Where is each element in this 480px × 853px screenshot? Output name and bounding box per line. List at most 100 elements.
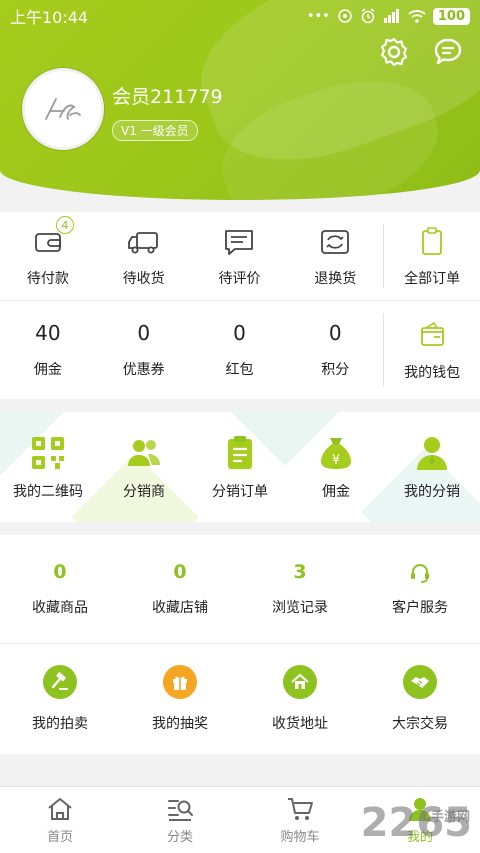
favorite-count: 3: [293, 561, 307, 583]
service-label: 大宗交易: [392, 716, 448, 732]
avatar-logo-icon: [45, 98, 81, 120]
distribution-section: 我的二维码 分销商 分销订单 ¥ 佣金 我的分销: [0, 412, 480, 522]
home-icon: [283, 665, 317, 699]
tab-home[interactable]: 首页: [0, 787, 120, 853]
alarm-icon: [361, 8, 375, 24]
dots-icon: •••: [306, 8, 330, 24]
status-time: 上午10:44: [10, 8, 89, 27]
favorite-shops[interactable]: 0 收藏店铺: [120, 535, 240, 643]
qrcode-icon: [28, 433, 68, 473]
handshake-icon: [403, 665, 437, 699]
category-search-icon: [168, 799, 193, 821]
watermark: 2265 手游网: [361, 800, 472, 846]
customer-service[interactable]: 客户服务: [360, 535, 480, 643]
distribution-label: 分销订单: [212, 484, 268, 500]
wallet-icon: 4: [30, 216, 74, 260]
gear-icon[interactable]: [378, 36, 410, 68]
my-auction[interactable]: 我的拍卖: [0, 644, 120, 754]
orders-section: 4 待付款 待收货 待评价 退换货 全部订单: [0, 212, 480, 300]
bulk-trade[interactable]: 大宗交易: [360, 644, 480, 754]
status-icons: ••• 100: [306, 7, 470, 25]
my-qrcode[interactable]: 我的二维码: [0, 412, 96, 522]
distribution-label: 分销商: [123, 484, 165, 500]
comment-icon: [221, 224, 257, 260]
favorite-products[interactable]: 0 收藏商品: [0, 535, 120, 643]
wallet-label: 佣金: [33, 362, 62, 378]
distribution-label: 佣金: [322, 484, 350, 500]
wallet-label: 我的钱包: [404, 365, 461, 381]
tab-cart[interactable]: 购物车: [240, 787, 360, 853]
wallet-label: 积分: [321, 362, 350, 378]
wallet-icon: [414, 318, 450, 354]
clipboard-icon: [220, 433, 260, 473]
wallet-value: 0: [233, 321, 246, 345]
avatar[interactable]: [22, 68, 104, 150]
wallet-value: 0: [328, 321, 342, 345]
exchange-icon: [317, 224, 353, 260]
favorite-label: 客户服务: [392, 600, 448, 616]
wallet-value: 40: [35, 321, 61, 345]
wallet-red-packet[interactable]: 0 红包: [192, 301, 288, 399]
svg-text:¥: ¥: [332, 453, 340, 468]
tab-category[interactable]: 分类: [120, 787, 240, 853]
wallet-value: 0: [137, 321, 151, 345]
commission[interactable]: ¥ 佣金: [288, 412, 384, 522]
order-pending-review[interactable]: 待评价: [192, 212, 288, 300]
favorite-count: 0: [53, 561, 67, 583]
my-lottery[interactable]: 我的抽奖: [120, 644, 240, 754]
favorite-label: 收藏商品: [32, 600, 88, 616]
order-returns[interactable]: 退换货: [287, 212, 383, 300]
order-label: 待付款: [26, 271, 69, 287]
my-distribution[interactable]: 我的分销: [384, 412, 480, 522]
status-bar: 上午10:44 ••• 100: [0, 0, 480, 32]
money-bag-icon: ¥: [316, 433, 356, 473]
member-level-badge: V1 一级会员: [112, 120, 198, 141]
user-icon: [412, 433, 452, 473]
wallet-section: 40 佣金 0 优惠券 0 红包 0 积分 我的钱包: [0, 301, 480, 399]
chat-icon[interactable]: [432, 36, 464, 68]
truck-icon: [126, 224, 162, 260]
watermark-sub: 手游网: [430, 810, 470, 825]
service-label: 收货地址: [272, 716, 328, 732]
clipboard-icon: [414, 224, 450, 260]
browse-history[interactable]: 3 浏览记录: [240, 535, 360, 643]
my-wallet[interactable]: 我的钱包: [384, 301, 480, 399]
home-icon: [48, 797, 72, 820]
people-icon: [124, 433, 164, 473]
distributors[interactable]: 分销商: [96, 412, 192, 522]
service-label: 我的抽奖: [152, 716, 208, 732]
order-label: 全部订单: [404, 271, 461, 287]
distribution-label: 我的二维码: [13, 484, 83, 500]
username: 会员211779: [112, 86, 223, 108]
gift-icon: [163, 665, 197, 699]
signal-icon: [383, 9, 399, 23]
distribution-orders[interactable]: 分销订单: [192, 412, 288, 522]
order-pending-receipt[interactable]: 待收货: [96, 212, 192, 300]
wallet-label: 优惠券: [122, 362, 165, 378]
order-pending-payment[interactable]: 4 待付款: [0, 212, 96, 300]
shipping-address[interactable]: 收货地址: [240, 644, 360, 754]
tab-label: 分类: [166, 829, 193, 845]
wallet-points[interactable]: 0 积分: [287, 301, 383, 399]
wallet-coupons[interactable]: 0 优惠券: [96, 301, 192, 399]
favorite-count: 0: [173, 561, 187, 583]
order-label: 退换货: [314, 271, 357, 287]
headset-icon: [408, 561, 432, 585]
wallet-label: 红包: [225, 362, 254, 378]
wallet-commission[interactable]: 40 佣金: [0, 301, 96, 399]
order-label: 待收货: [122, 271, 165, 287]
favorites-section: 0 收藏商品 0 收藏店铺 3 浏览记录 客户服务: [0, 535, 480, 643]
tab-label: 购物车: [280, 829, 320, 845]
gavel-icon: [43, 665, 77, 699]
hotspot-icon: [338, 9, 352, 23]
services-section: 我的拍卖 我的抽奖 收货地址 大宗交易: [0, 644, 480, 754]
all-orders[interactable]: 全部订单: [384, 212, 480, 300]
wifi-icon: [408, 10, 426, 23]
favorite-label: 浏览记录: [272, 600, 328, 616]
service-label: 我的拍卖: [32, 716, 88, 732]
tab-label: 首页: [46, 829, 73, 845]
order-label: 待评价: [218, 271, 261, 287]
battery-indicator: 100: [432, 7, 470, 25]
distribution-label: 我的分销: [404, 484, 460, 500]
order-badge: 4: [55, 216, 74, 234]
